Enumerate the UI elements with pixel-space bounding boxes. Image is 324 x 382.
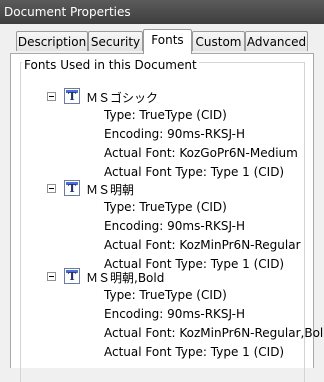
actual-font-detail: Actual Font: KozMinPr6N-Regular,Bold [104, 326, 324, 340]
font-type-detail: Type: TrueType (CID) [104, 200, 227, 214]
fonts-group-title: Fonts Used in this Document [22, 58, 199, 72]
collapse-toggle-icon[interactable] [47, 272, 56, 281]
tab-fonts[interactable]: Fonts [143, 29, 192, 54]
truetype-font-icon: T [64, 268, 80, 284]
tab-advanced[interactable]: Advanced [245, 31, 308, 51]
font-type-detail: Type: TrueType (CID) [104, 108, 227, 122]
tab-strip: Description Security Fonts Custom Advanc… [0, 24, 324, 54]
tab-security[interactable]: Security [88, 31, 143, 51]
actual-font-type-detail: Actual Font Type: Type 1 (CID) [104, 165, 285, 179]
title-bar: Document Properties [0, 0, 324, 24]
tab-custom[interactable]: Custom [192, 31, 245, 51]
actual-font-detail: Actual Font: KozGoPr6N-Medium [104, 146, 298, 160]
font-type-detail: Type: TrueType (CID) [104, 288, 227, 302]
tab-description[interactable]: Description [16, 31, 88, 51]
font-encoding-detail: Encoding: 90ms-RKSJ-H [104, 127, 245, 141]
window-title: Document Properties [4, 5, 131, 19]
actual-font-type-detail: Actual Font Type: Type 1 (CID) [104, 345, 285, 359]
collapse-toggle-icon[interactable] [47, 184, 56, 193]
truetype-font-icon: T [64, 88, 80, 104]
font-name-label[interactable]: ＭＳ明朝,Bold [86, 269, 164, 286]
truetype-font-icon: T [64, 180, 80, 196]
font-name-label[interactable]: ＭＳ明朝 [86, 181, 134, 198]
font-encoding-detail: Encoding: 90ms-RKSJ-H [104, 219, 245, 233]
font-encoding-detail: Encoding: 90ms-RKSJ-H [104, 307, 245, 321]
actual-font-detail: Actual Font: KozMinPr6N-Regular [104, 238, 301, 252]
font-name-label[interactable]: ＭＳゴシック [86, 89, 158, 106]
collapse-toggle-icon[interactable] [47, 92, 56, 101]
